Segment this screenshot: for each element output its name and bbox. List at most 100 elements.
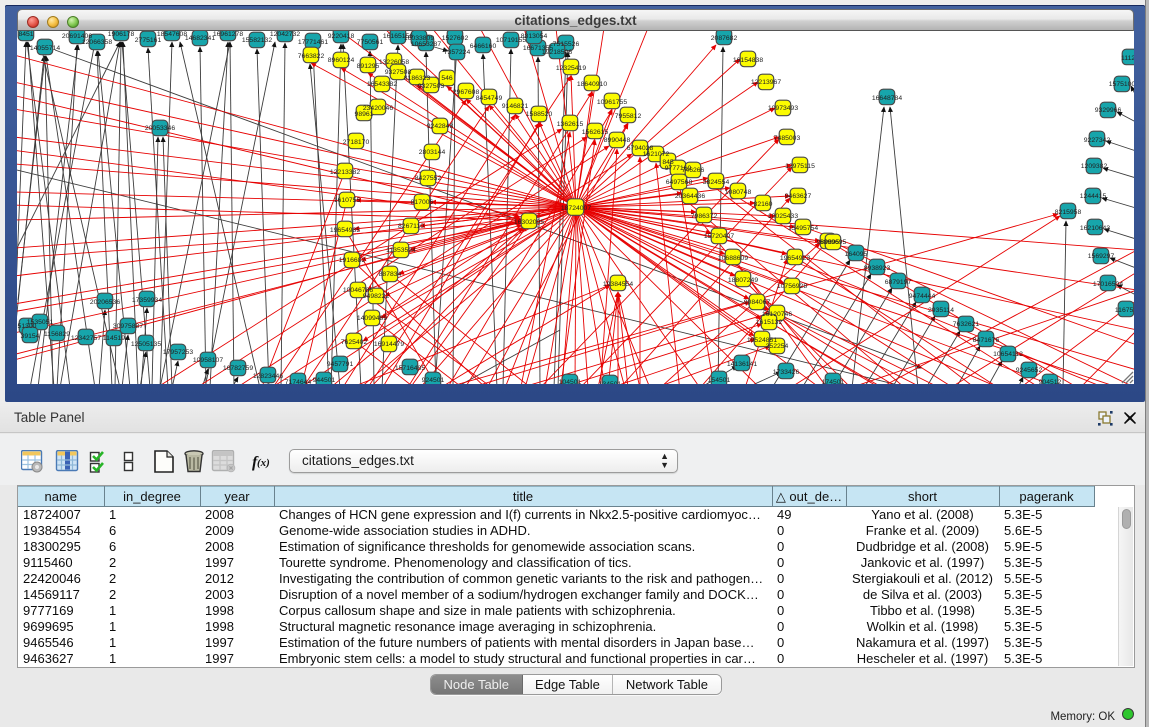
svg-text:2087682: 2087682: [711, 35, 738, 42]
svg-text:18807249: 18807249: [728, 277, 758, 284]
svg-text:15720407: 15720407: [704, 233, 734, 240]
svg-text:2775161: 2775161: [135, 37, 162, 44]
svg-text:9227342: 9227342: [1084, 137, 1111, 144]
svg-text:8813054: 8813054: [521, 33, 548, 40]
svg-text:12975115: 12975115: [785, 163, 815, 170]
svg-text:19384554: 19384554: [603, 281, 633, 288]
svg-text:3824554: 3824554: [703, 179, 730, 186]
svg-text:17771461: 17771461: [298, 39, 328, 46]
svg-text:1615132: 1615132: [756, 319, 783, 326]
svg-text:12213382: 12213382: [330, 169, 360, 176]
svg-text:944501: 944501: [313, 377, 336, 384]
svg-text:1569297: 1569297: [1088, 253, 1115, 260]
svg-text:16033809: 16033809: [404, 35, 434, 42]
svg-text:7174644: 7174644: [285, 379, 312, 384]
svg-text:12066358: 12066358: [82, 39, 112, 46]
svg-text:10653287: 10653287: [411, 41, 441, 48]
svg-text:10961755: 10961755: [597, 99, 627, 106]
svg-text:12823446: 12823446: [253, 373, 283, 380]
svg-text:13226058: 13226058: [379, 59, 409, 66]
svg-text:18640910: 18640910: [577, 81, 607, 88]
svg-text:1562615: 1562615: [582, 129, 609, 136]
svg-text:746266: 746266: [682, 167, 705, 174]
svg-text:14099489: 14099489: [357, 315, 387, 322]
svg-text:8186323: 8186323: [404, 75, 431, 82]
svg-text:8960124: 8960124: [328, 57, 355, 64]
svg-text:15582132: 15582132: [242, 37, 272, 44]
svg-text:114519: 114519: [103, 335, 125, 342]
svg-text:82160: 82160: [754, 201, 773, 208]
svg-text:891295: 891295: [357, 63, 380, 70]
svg-text:16914479: 16914479: [374, 341, 404, 348]
svg-text:15716485: 15716485: [395, 365, 425, 372]
svg-text:116753: 116753: [1115, 307, 1134, 314]
svg-text:7357224: 7357224: [444, 49, 471, 56]
svg-text:10973493: 10973493: [768, 105, 798, 112]
svg-text:20206536: 20206536: [90, 299, 120, 306]
svg-text:134501: 134501: [599, 381, 622, 384]
svg-text:10756928: 10756928: [777, 283, 807, 290]
svg-text:1610755: 1610755: [334, 197, 361, 204]
svg-text:817006: 817006: [411, 199, 434, 206]
svg-text:10688609: 10688609: [718, 255, 748, 262]
svg-text:16210643: 16210643: [1080, 225, 1110, 232]
svg-text:1209382: 1209382: [1081, 163, 1108, 170]
svg-text:8990448: 8990448: [604, 137, 631, 144]
svg-text:12325419: 12325419: [556, 65, 586, 72]
svg-text:8427552: 8427552: [415, 175, 442, 182]
svg-text:8267110: 8267110: [398, 223, 424, 230]
svg-text:6879197: 6879197: [885, 279, 912, 286]
svg-text:9474444: 9474444: [909, 293, 936, 300]
svg-text:1362615: 1362615: [557, 121, 584, 128]
svg-text:8454749: 8454749: [476, 95, 503, 102]
svg-text:7625402: 7625402: [341, 339, 368, 346]
svg-text:17957253: 17957253: [163, 349, 193, 356]
svg-text:1527602: 1527602: [442, 35, 469, 42]
svg-text:9463627: 9463627: [785, 193, 812, 200]
svg-text:14055714: 14055714: [30, 45, 60, 52]
svg-text:9329966: 9329966: [1095, 107, 1122, 114]
svg-text:6899695: 6899695: [820, 239, 847, 246]
svg-text:1733426: 1733426: [773, 369, 800, 376]
svg-text:16302095: 16302095: [514, 219, 544, 226]
svg-text:7955812: 7955812: [615, 113, 642, 120]
svg-text:9220418: 9220418: [328, 33, 355, 40]
svg-text:9245652: 9245652: [1016, 367, 1043, 374]
svg-text:9498222: 9498222: [363, 293, 390, 300]
svg-text:16120746: 16120746: [762, 311, 792, 318]
svg-text:924501: 924501: [422, 377, 445, 384]
svg-text:2718170: 2718170: [343, 139, 370, 146]
svg-text:174501: 174501: [822, 379, 845, 384]
svg-text:16543382: 16543382: [367, 81, 397, 88]
svg-text:39154: 39154: [21, 333, 40, 340]
svg-text:1156829: 1156829: [44, 331, 70, 338]
svg-text:12505135: 12505135: [131, 341, 161, 348]
svg-text:19218506: 19218506: [542, 49, 572, 56]
svg-text:1906178: 1906178: [108, 31, 135, 38]
svg-text:10654112: 10654112: [993, 351, 1023, 358]
svg-text:16961278: 16961278: [213, 31, 243, 38]
svg-text:(x): (x): [257, 457, 270, 469]
svg-text:17016504: 17016504: [1093, 281, 1123, 288]
svg-text:9084067: 9084067: [744, 299, 771, 306]
svg-text:19654985: 19654985: [330, 227, 360, 234]
svg-text:164095: 164095: [845, 251, 868, 258]
svg-text:10958107: 10958107: [193, 357, 223, 364]
svg-text:7663822: 7663822: [298, 53, 325, 60]
svg-text:2935114: 2935114: [928, 307, 954, 314]
svg-text:7515526: 7515526: [553, 41, 580, 48]
svg-text:8215958: 8215958: [1055, 209, 1082, 216]
svg-text:1575100: 1575100: [1109, 81, 1134, 88]
svg-text:9146821: 9146821: [502, 103, 529, 110]
svg-text:18724007: 18724007: [561, 205, 591, 212]
svg-text:104501: 104501: [559, 379, 582, 384]
svg-text:12342757: 12342757: [71, 335, 101, 342]
svg-text:16782759: 16782759: [223, 365, 253, 372]
svg-text:252254: 252254: [766, 343, 789, 350]
svg-text:7750561: 7750561: [357, 39, 384, 46]
svg-text:6466160: 6466160: [470, 43, 497, 50]
svg-text:9327503: 9327503: [418, 83, 445, 90]
svg-text:12042732: 12042732: [270, 31, 300, 38]
svg-text:154501: 154501: [708, 377, 731, 384]
svg-text:20053346: 20053346: [145, 125, 175, 132]
